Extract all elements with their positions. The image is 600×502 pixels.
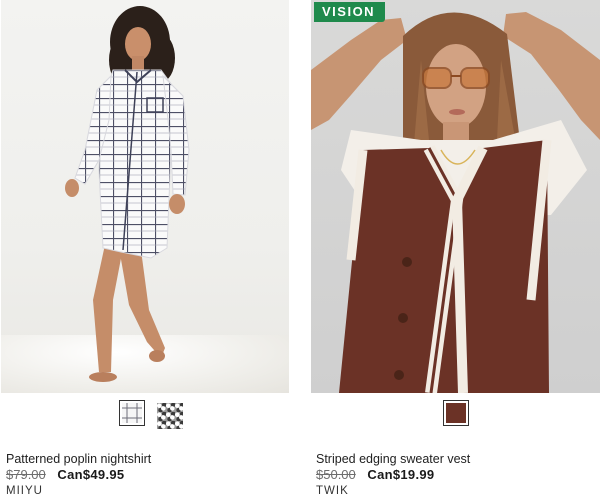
vision-badge: VISION (314, 2, 386, 22)
swatch-chip-brown (445, 403, 466, 423)
price-row: $50.00 Can$19.99 (316, 467, 434, 482)
swatch-floral[interactable] (154, 400, 183, 429)
product-card-sweater-vest[interactable]: VISION Striped edging sweater vest $50.0… (311, 0, 600, 497)
swatch-chip-floral (156, 403, 183, 429)
brand-name[interactable]: MIIYU (6, 485, 43, 497)
original-price: $50.00 (316, 467, 356, 482)
model-photo-nightshirt (65, 6, 190, 382)
swatch-brown[interactable] (442, 400, 469, 426)
original-price: $79.00 (6, 467, 46, 482)
swatch-chip-checked (121, 403, 142, 423)
product-image-nightshirt[interactable] (1, 0, 289, 393)
sale-price: Can$19.99 (367, 467, 435, 482)
product-card-nightshirt[interactable]: Patterned poplin nightshirt $79.00 Can$4… (1, 0, 289, 497)
product-name[interactable]: Striped edging sweater vest (316, 452, 470, 466)
color-swatches (1, 400, 289, 429)
product-name[interactable]: Patterned poplin nightshirt (6, 452, 151, 466)
swatch-checked[interactable] (118, 400, 145, 426)
price-row: $79.00 Can$49.95 (6, 467, 124, 482)
product-image-sweater-vest[interactable]: VISION (311, 0, 600, 393)
sale-price: Can$49.95 (57, 467, 125, 482)
model-photo-sweater-vest (311, 12, 600, 393)
color-swatches (311, 400, 600, 428)
brand-name[interactable]: TWIK (316, 485, 349, 497)
